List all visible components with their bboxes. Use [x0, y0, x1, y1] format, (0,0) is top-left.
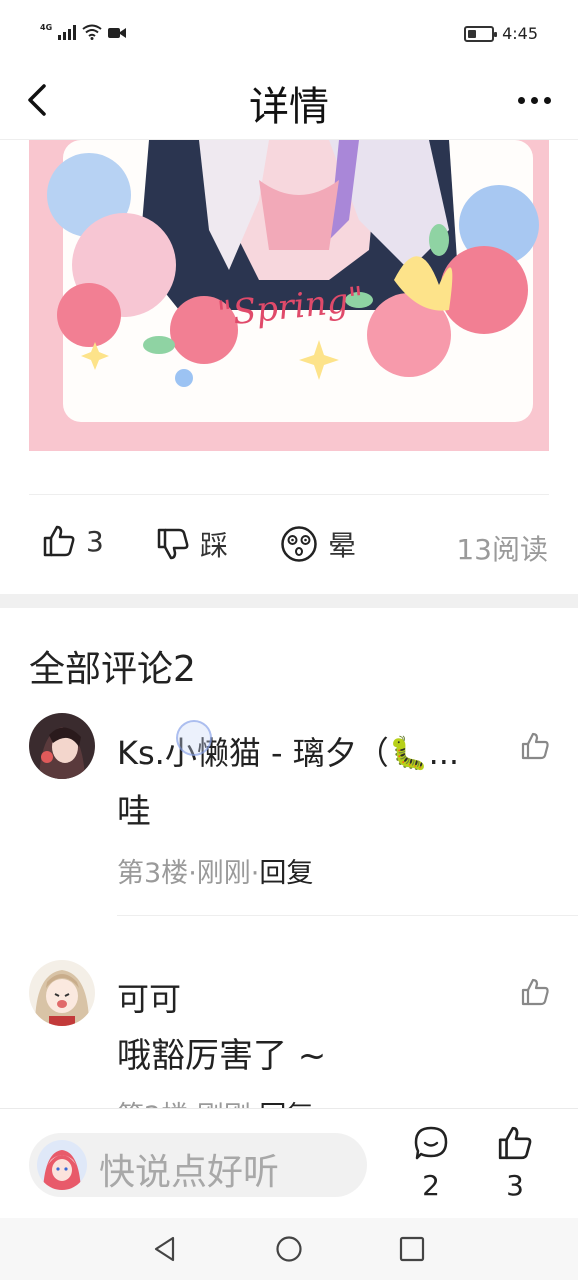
- dislike-label: 踩: [200, 529, 229, 562]
- wifi-icon: [82, 24, 102, 40]
- like-count: 3: [86, 524, 104, 558]
- clock: 4:45: [502, 24, 538, 43]
- comment-avatar[interactable]: [29, 713, 95, 779]
- more-dots-icon: [517, 96, 525, 104]
- comment-input[interactable]: 快说点好听: [29, 1133, 367, 1197]
- comment-author[interactable]: Ks.小懒猫 - 璃夕（🐛...: [117, 728, 502, 774]
- user-avatar: [37, 1140, 87, 1190]
- comment-meta: 第3楼·刚刚·回复: [117, 851, 313, 890]
- back-triangle-icon[interactable]: [151, 1235, 179, 1263]
- comment-text: 哇: [117, 792, 151, 832]
- dizzy-face-icon: [281, 526, 317, 562]
- meta-separator: ·: [188, 858, 197, 889]
- dizzy-button[interactable]: 晕: [280, 524, 356, 564]
- avatar-image: [29, 960, 95, 1026]
- avatar-image: [29, 713, 95, 779]
- comment-floor: 第3楼: [117, 858, 189, 889]
- comment-bar: 快说点好听 2 3: [0, 1108, 578, 1218]
- system-nav-bar: [0, 1218, 578, 1280]
- network-type: 4G: [40, 23, 53, 32]
- post-actions: 3 踩 晕 13阅读: [0, 500, 578, 594]
- artwork-illustration: "Spring": [29, 140, 549, 451]
- comment-bubble-icon: [414, 1126, 448, 1160]
- comment-divider: [117, 915, 578, 916]
- battery-icon: [464, 25, 498, 42]
- comment-like-icon[interactable]: [520, 731, 550, 761]
- recents-square-icon[interactable]: [398, 1235, 426, 1263]
- thumbs-down-icon: [157, 528, 189, 560]
- section-separator: [0, 594, 578, 608]
- comment-text: 哦豁厉害了 ~: [117, 1036, 327, 1076]
- signal-icon: [58, 24, 77, 40]
- more-button[interactable]: [510, 78, 558, 122]
- camera-icon: [108, 28, 127, 38]
- comment-count: 2: [422, 1169, 440, 1202]
- home-circle-icon[interactable]: [275, 1235, 303, 1263]
- comment-count-button[interactable]: 2: [406, 1125, 456, 1202]
- comment-like-icon[interactable]: [520, 977, 550, 1007]
- bottom-like-button[interactable]: 3: [490, 1125, 540, 1202]
- thumbs-up-icon: [498, 1126, 532, 1160]
- comment-author[interactable]: 可可: [117, 974, 502, 1020]
- comment-avatar[interactable]: [29, 960, 95, 1026]
- reply-button[interactable]: 回复: [259, 858, 313, 889]
- post-image[interactable]: "Spring": [29, 140, 549, 451]
- comment-input-placeholder: 快说点好听: [99, 1152, 280, 1193]
- page-title: 详情: [249, 84, 329, 130]
- like-button[interactable]: 3: [42, 524, 104, 558]
- read-count: 13阅读: [456, 533, 548, 566]
- dislike-button[interactable]: 踩: [156, 524, 228, 564]
- dizzy-label: 晕: [328, 529, 357, 562]
- comment-time: 刚刚: [196, 858, 251, 889]
- nav-bar: 详情: [0, 66, 578, 140]
- comments-title: 全部评论2: [29, 649, 196, 690]
- thumbs-up-icon: [43, 525, 75, 557]
- bottom-like-count: 3: [506, 1169, 524, 1202]
- touch-indicator: [176, 720, 212, 756]
- divider: [29, 494, 549, 495]
- status-bar: 4G 4:45: [0, 0, 578, 66]
